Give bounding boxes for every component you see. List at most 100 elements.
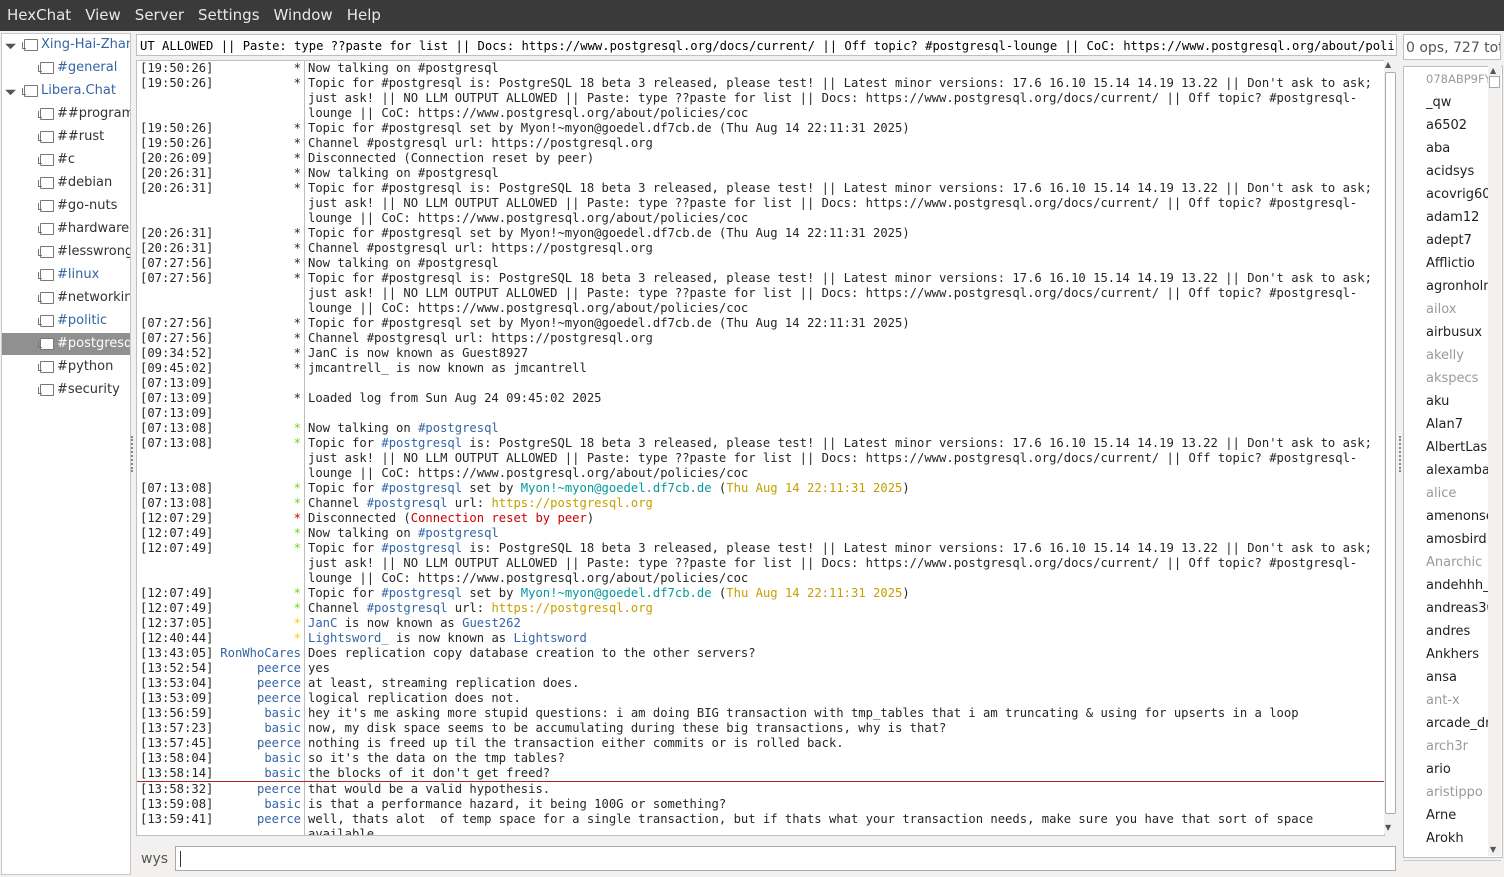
- tree-network[interactable]: ◢ Libera.Chat: [2, 80, 130, 102]
- topic-bar[interactable]: UT ALLOWED || Paste: type ??paste for li…: [136, 34, 1397, 56]
- tree-channel[interactable]: #security: [2, 379, 130, 401]
- timestamp: [12:07:49]: [140, 601, 214, 615]
- user-list-item[interactable]: aku: [1426, 390, 1490, 413]
- nick[interactable]: RonWhoCares: [219, 646, 301, 661]
- user-list-item[interactable]: andres: [1426, 620, 1490, 643]
- tree-label: #python: [57, 359, 114, 374]
- scroll-up-icon[interactable]: ▲: [1490, 66, 1496, 75]
- tree-channel[interactable]: #go-nuts: [2, 195, 130, 217]
- nick[interactable]: peerce: [219, 812, 301, 835]
- nick[interactable]: basic: [219, 751, 301, 766]
- user-list-item[interactable]: aba: [1426, 137, 1490, 160]
- user-list-item[interactable]: airbusux: [1426, 321, 1490, 344]
- nick[interactable]: peerce: [219, 736, 301, 751]
- timestamp: [13:53:09]: [140, 691, 214, 705]
- chat-line: [13:43:05] RonWhoCares Does replication co…: [137, 646, 1384, 661]
- user-list-item[interactable]: arcade_dr: [1426, 712, 1490, 735]
- chat-scrollbar[interactable]: ▲ ▼: [1384, 60, 1396, 834]
- user-list-item[interactable]: Arokh: [1426, 827, 1490, 850]
- menu-hexchat[interactable]: HexChat: [0, 0, 78, 31]
- tree-channel[interactable]: #c: [2, 149, 130, 171]
- nick-separator: [304, 511, 305, 526]
- message-text: that would be a valid hypothesis.: [308, 782, 1384, 797]
- tree-channel[interactable]: #general: [2, 57, 130, 79]
- user-list-item[interactable]: adept7: [1426, 229, 1490, 252]
- message-fragment: JanC is now known as Guest8927: [308, 346, 529, 360]
- tree-channel[interactable]: ##programm: [2, 103, 130, 125]
- tree-channel[interactable]: #networking: [2, 287, 130, 309]
- user-list-item[interactable]: amosbird: [1426, 528, 1490, 551]
- user-list-item[interactable]: alice: [1426, 482, 1490, 505]
- timestamp: [12:40:44]: [140, 631, 214, 645]
- user-list-item[interactable]: ansa: [1426, 666, 1490, 689]
- user-list-item[interactable]: andehhh_: [1426, 574, 1490, 597]
- chat-line: [20:26:31] * Channel #postgresql url: http…: [137, 241, 1384, 256]
- message-text: the blocks of it don't get freed?: [308, 766, 1384, 781]
- user-list-item[interactable]: 078ABP9FY: [1426, 68, 1490, 91]
- tree-channel[interactable]: #debian: [2, 172, 130, 194]
- user-list-item[interactable]: aristippo: [1426, 781, 1490, 804]
- menu-help[interactable]: Help: [340, 0, 388, 31]
- user-list-item[interactable]: Ankhers: [1426, 643, 1490, 666]
- user-list-item[interactable]: Afflictio: [1426, 252, 1490, 275]
- user-list-item[interactable]: a6502: [1426, 114, 1490, 137]
- user-list-item[interactable]: amenonsen: [1426, 505, 1490, 528]
- message-fragment: Topic for: [308, 481, 382, 495]
- nick[interactable]: peerce: [219, 691, 301, 706]
- tree-channel[interactable]: ##rust: [2, 126, 130, 148]
- channel-icon: [38, 108, 54, 120]
- menu-view[interactable]: View: [78, 0, 128, 31]
- tree-channel[interactable]: #politic: [2, 310, 130, 332]
- user-list-item[interactable]: AlbertLas: [1426, 436, 1490, 459]
- nick[interactable]: basic: [219, 766, 301, 781]
- nick[interactable]: peerce: [219, 782, 301, 797]
- user-list-item[interactable]: Alan7: [1426, 413, 1490, 436]
- user-list-item[interactable]: andreas30: [1426, 597, 1490, 620]
- tree-channel[interactable]: #postgresql: [2, 333, 130, 355]
- user-list-item[interactable]: agronholm: [1426, 275, 1490, 298]
- user-list-item[interactable]: Anarchic: [1426, 551, 1490, 574]
- expander-icon[interactable]: ◢: [2, 80, 22, 102]
- nick[interactable]: peerce: [219, 661, 301, 676]
- tree-channel[interactable]: #hardware: [2, 218, 130, 240]
- user-list-scrollbar[interactable]: ▲ ▼: [1488, 66, 1501, 856]
- user-list-item[interactable]: acovrig60: [1426, 183, 1490, 206]
- user-list-item[interactable]: akspecs: [1426, 367, 1490, 390]
- message-text: yes: [308, 661, 1384, 676]
- nick[interactable]: basic: [219, 721, 301, 736]
- nick[interactable]: basic: [219, 797, 301, 812]
- user-list-item[interactable]: adam12: [1426, 206, 1490, 229]
- expander-icon[interactable]: ◢: [2, 34, 22, 56]
- scroll-down-icon[interactable]: ▼: [1385, 823, 1391, 832]
- menu-server[interactable]: Server: [128, 0, 191, 31]
- nickname-button[interactable]: wys: [136, 846, 179, 872]
- menu-settings[interactable]: Settings: [191, 0, 267, 31]
- nick: *: [293, 481, 301, 495]
- user-list-item[interactable]: acidsys: [1426, 160, 1490, 183]
- scroll-up-icon[interactable]: ▲: [1385, 60, 1391, 69]
- tree-network[interactable]: ◢ Xing-Hai-Zhan: [2, 34, 130, 56]
- tree-channel[interactable]: #lesswrong: [2, 241, 130, 263]
- user-list-item[interactable]: akelly: [1426, 344, 1490, 367]
- user-list-item[interactable]: Arne: [1426, 804, 1490, 827]
- user-list-item[interactable]: alexambar: [1426, 459, 1490, 482]
- nick[interactable]: basic: [219, 706, 301, 721]
- tree-channel[interactable]: #python: [2, 356, 130, 378]
- user-list-item[interactable]: ailox: [1426, 298, 1490, 321]
- tree-channel[interactable]: #linux: [2, 264, 130, 286]
- user-list-item[interactable]: ario: [1426, 758, 1490, 781]
- chat-scrollbar-thumb[interactable]: [1385, 72, 1396, 814]
- message-text: Does replication copy database creation …: [308, 646, 1384, 661]
- nick[interactable]: peerce: [219, 676, 301, 691]
- message-input[interactable]: [175, 846, 1396, 871]
- chat-log[interactable]: [19:50:26] * Now talking on #postgresql [19…: [136, 60, 1385, 836]
- user-list-scrollbar-thumb[interactable]: [1489, 76, 1500, 88]
- message-fragment: Lightsword: [513, 631, 587, 645]
- menu-window[interactable]: Window: [267, 0, 340, 31]
- chat-line: [12:07:49] * Topic for #postgresql set by …: [137, 586, 1384, 601]
- nick-separator: [304, 376, 305, 391]
- user-list-item[interactable]: ant-x: [1426, 689, 1490, 712]
- scroll-down-icon[interactable]: ▼: [1490, 845, 1496, 854]
- user-list-item[interactable]: _qw: [1426, 91, 1490, 114]
- user-list-item[interactable]: arch3r: [1426, 735, 1490, 758]
